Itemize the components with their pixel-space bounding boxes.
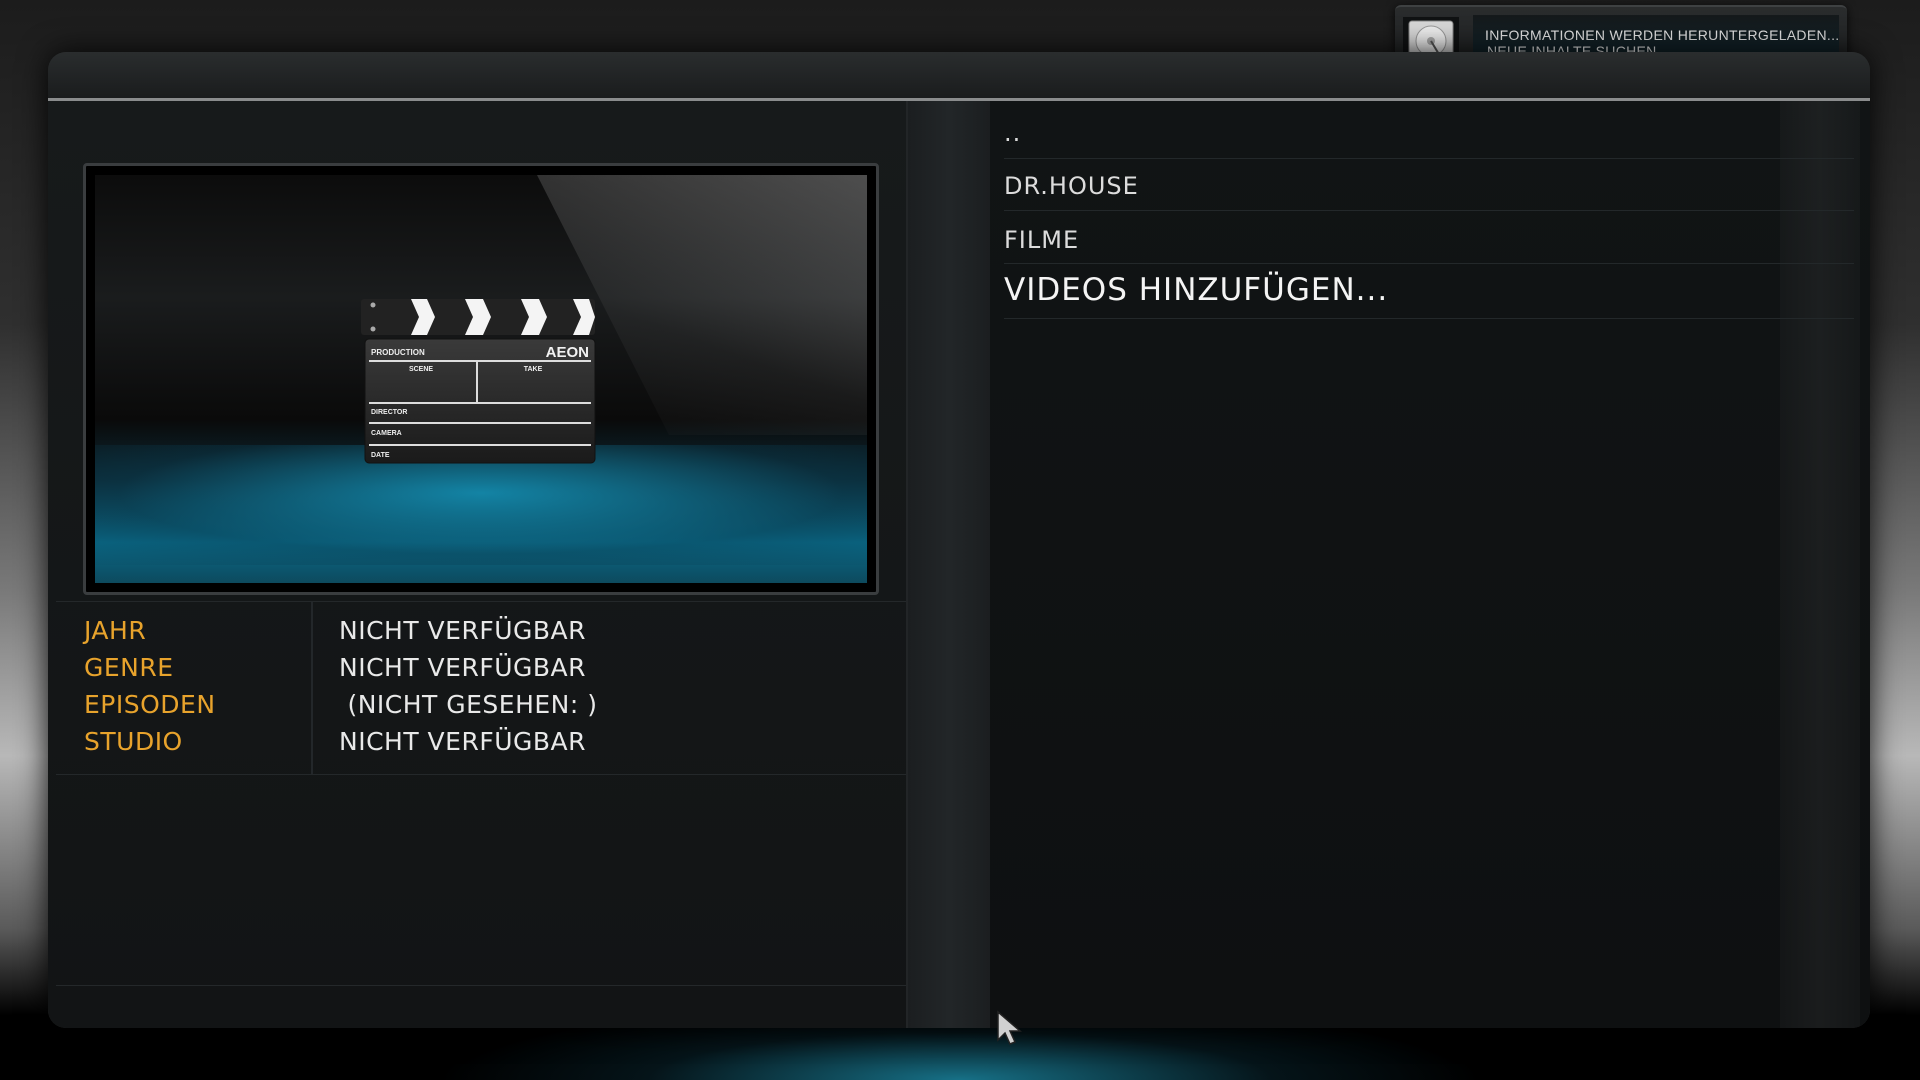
clapper-date-label: DATE <box>371 452 390 459</box>
info-label-genre: GENRE <box>84 653 174 682</box>
thumbnail: PRODUCTION AEON SCENE TAKE DIRECTOR CAME… <box>83 163 879 595</box>
left-panel-divider <box>56 985 906 986</box>
info-row-genre: GENRE NICHT VERFÜGBAR <box>56 650 906 686</box>
list-item-add-videos[interactable]: VIDEOS HINZUFÜGEN... <box>1004 264 1854 319</box>
info-row-year: JAHR NICHT VERFÜGBAR <box>56 613 906 649</box>
mouse-cursor-icon <box>997 1010 1023 1045</box>
info-table: JAHR NICHT VERFÜGBAR GENRE NICHT VERFÜGB… <box>56 601 906 775</box>
info-label-year: JAHR <box>84 616 147 645</box>
list-item-filme[interactable]: FILME <box>1004 211 1854 264</box>
info-value-episodes: (NICHT GESEHEN: ) <box>339 690 598 719</box>
info-panel: PRODUCTION AEON SCENE TAKE DIRECTOR CAME… <box>48 101 908 1028</box>
list-item-dr-house[interactable]: DR.HOUSE <box>1004 158 1854 211</box>
clapper-production-label: PRODUCTION <box>371 348 425 357</box>
clapper-camera-label: CAMERA <box>371 430 402 437</box>
clapper-director-label: DIRECTOR <box>371 409 407 416</box>
main-window: PRODUCTION AEON SCENE TAKE DIRECTOR CAME… <box>48 52 1870 1028</box>
thumbnail-image: PRODUCTION AEON SCENE TAKE DIRECTOR CAME… <box>95 175 867 583</box>
info-label-studio: STUDIO <box>84 727 183 756</box>
info-value-genre: NICHT VERFÜGBAR <box>339 653 586 682</box>
info-row-episodes: EPISODEN (NICHT GESEHEN: ) <box>56 687 906 723</box>
clapper-brand: AEON <box>546 344 589 361</box>
list-item-parent[interactable]: .. <box>1004 101 1854 159</box>
clapperboard-icon: PRODUCTION AEON SCENE TAKE DIRECTOR CAME… <box>361 299 596 464</box>
panel-gutter <box>908 101 990 1028</box>
notification-line-1: INFORMATIONEN WERDEN HERUNTERGELADEN... <box>1485 27 1840 43</box>
info-value-year: NICHT VERFÜGBAR <box>339 616 586 645</box>
info-row-studio: STUDIO NICHT VERFÜGBAR <box>56 724 906 760</box>
window-header <box>48 52 1870 101</box>
info-value-studio: NICHT VERFÜGBAR <box>339 727 586 756</box>
file-list: .. DR.HOUSE FILME VIDEOS HINZUFÜGEN... <box>990 101 1870 1028</box>
info-label-episodes: EPISODEN <box>84 690 216 719</box>
clapper-take-label: TAKE <box>524 366 543 373</box>
clapper-scene-label: SCENE <box>409 366 433 373</box>
